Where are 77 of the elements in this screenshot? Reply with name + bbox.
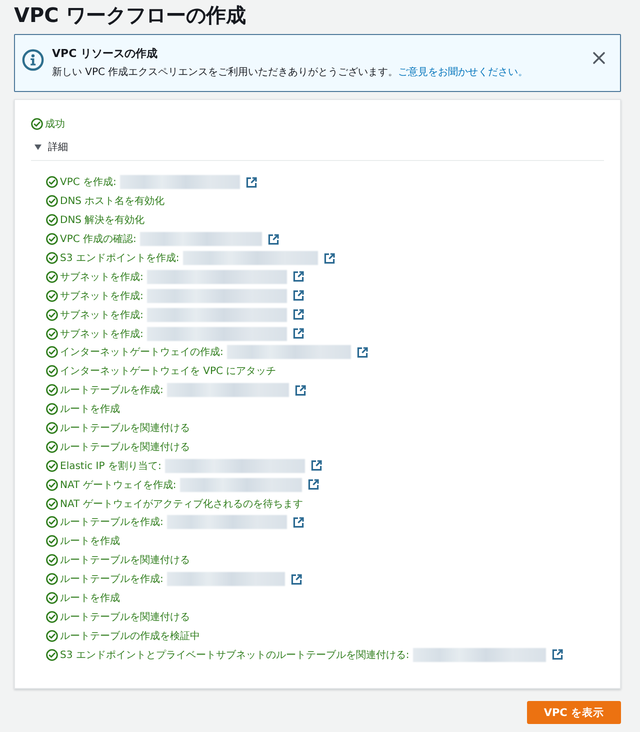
success-check-icon bbox=[46, 270, 58, 283]
success-check-icon bbox=[46, 290, 58, 302]
external-link-icon[interactable] bbox=[295, 384, 306, 396]
step-label: DNS 解決を有効化 bbox=[60, 214, 145, 228]
step-label: ルートを作成 bbox=[60, 402, 120, 416]
step-label: ルートを作成 bbox=[60, 592, 120, 606]
external-link-icon[interactable] bbox=[291, 574, 302, 585]
success-check-icon bbox=[46, 308, 58, 321]
success-check-icon bbox=[46, 346, 58, 358]
external-link-icon[interactable] bbox=[293, 290, 304, 302]
success-check-icon bbox=[46, 516, 58, 528]
status-text: 成功 bbox=[45, 118, 65, 131]
external-link-icon[interactable] bbox=[293, 271, 304, 282]
success-check-icon bbox=[46, 498, 58, 510]
success-check-icon bbox=[46, 384, 58, 396]
success-check-icon bbox=[46, 195, 58, 208]
step-label: ルートテーブルを関連付ける bbox=[60, 610, 190, 624]
feedback-link[interactable]: ご意見をお聞かせください。 bbox=[398, 67, 528, 78]
step-label: ルートテーブルを作成: bbox=[60, 384, 164, 398]
success-check-icon bbox=[46, 252, 58, 264]
external-link-icon[interactable] bbox=[268, 234, 280, 245]
step-label: サブネットを作成: bbox=[60, 308, 144, 322]
external-link-icon[interactable] bbox=[293, 309, 304, 320]
success-check-icon bbox=[46, 440, 58, 453]
external-link-icon[interactable] bbox=[357, 346, 368, 358]
view-vpc-button[interactable]: VPC を表示 bbox=[526, 701, 621, 724]
step-label: ルートテーブルを作成: bbox=[60, 572, 164, 586]
external-link-icon[interactable] bbox=[293, 328, 304, 340]
external-link-icon[interactable] bbox=[308, 479, 320, 490]
external-link-icon[interactable] bbox=[246, 176, 258, 188]
external-link-icon[interactable] bbox=[293, 516, 304, 528]
external-link-icon[interactable] bbox=[324, 252, 336, 264]
success-check-icon bbox=[46, 403, 58, 416]
details-toggle[interactable]: 詳細 bbox=[31, 138, 68, 156]
step-label: S3 エンドポイントを作成: bbox=[60, 252, 180, 265]
external-link-icon[interactable] bbox=[311, 460, 322, 472]
external-link-icon[interactable] bbox=[552, 649, 564, 660]
alert-message: 新しい VPC 作成エクスペリエンスをご利用いただきありがとうございます。ご意見をお聞かせください。 bbox=[52, 66, 528, 80]
step-label: ルートテーブルを関連付ける bbox=[60, 422, 190, 436]
success-check-icon bbox=[46, 422, 58, 434]
step-label: DNS ホスト名を有効化 bbox=[60, 194, 165, 208]
success-check-icon bbox=[46, 554, 58, 566]
close-button[interactable] bbox=[592, 51, 606, 65]
step-label: ルートテーブルを作成: bbox=[60, 516, 164, 530]
info-icon bbox=[22, 49, 44, 71]
success-check-icon bbox=[46, 478, 58, 491]
success-check-icon bbox=[46, 648, 58, 661]
success-check-icon bbox=[46, 328, 58, 340]
step-label: VPC を作成: bbox=[60, 176, 116, 190]
success-check-icon bbox=[31, 118, 43, 130]
success-check-icon bbox=[46, 365, 58, 378]
page-title: VPC ワークフローの作成 bbox=[14, 2, 246, 28]
alert-title: VPC リソースの作成 bbox=[52, 46, 158, 61]
step-label: S3 エンドポイントとプライベートサブネットのルートテーブルを関連付ける: bbox=[60, 648, 410, 662]
success-check-icon bbox=[46, 610, 58, 623]
success-check-icon bbox=[46, 592, 58, 604]
step-label: インターネットゲートウェイを VPC にアタッチ bbox=[60, 365, 276, 378]
step-label: VPC 作成の確認: bbox=[60, 232, 136, 246]
success-check-icon bbox=[46, 630, 58, 642]
success-check-icon bbox=[46, 460, 58, 472]
step-label: ルートテーブルの作成を検証中 bbox=[60, 630, 200, 643]
step-label: サブネットを作成: bbox=[60, 328, 144, 341]
step-label: ルートテーブルを関連付ける bbox=[60, 440, 190, 454]
step-label: サブネットを作成: bbox=[60, 290, 144, 303]
caret-icon[interactable] bbox=[34, 143, 42, 151]
step-label: NAT ゲートウェイを作成: bbox=[60, 478, 176, 492]
success-check-icon bbox=[46, 535, 58, 548]
step-label: サブネットを作成: bbox=[60, 270, 144, 284]
success-check-icon bbox=[46, 214, 58, 226]
step-label: インターネットゲートウェイの作成: bbox=[60, 346, 224, 360]
success-check-icon bbox=[46, 176, 58, 188]
step-label: Elastic IP を割り当て: bbox=[60, 460, 162, 473]
success-check-icon bbox=[46, 573, 58, 586]
step-label: ルートを作成 bbox=[60, 534, 120, 548]
step-label: ルートテーブルを関連付ける bbox=[60, 554, 190, 568]
success-check-icon bbox=[46, 233, 58, 246]
step-label: NAT ゲートウェイがアクティブ化されるのを待ちます bbox=[60, 498, 303, 511]
